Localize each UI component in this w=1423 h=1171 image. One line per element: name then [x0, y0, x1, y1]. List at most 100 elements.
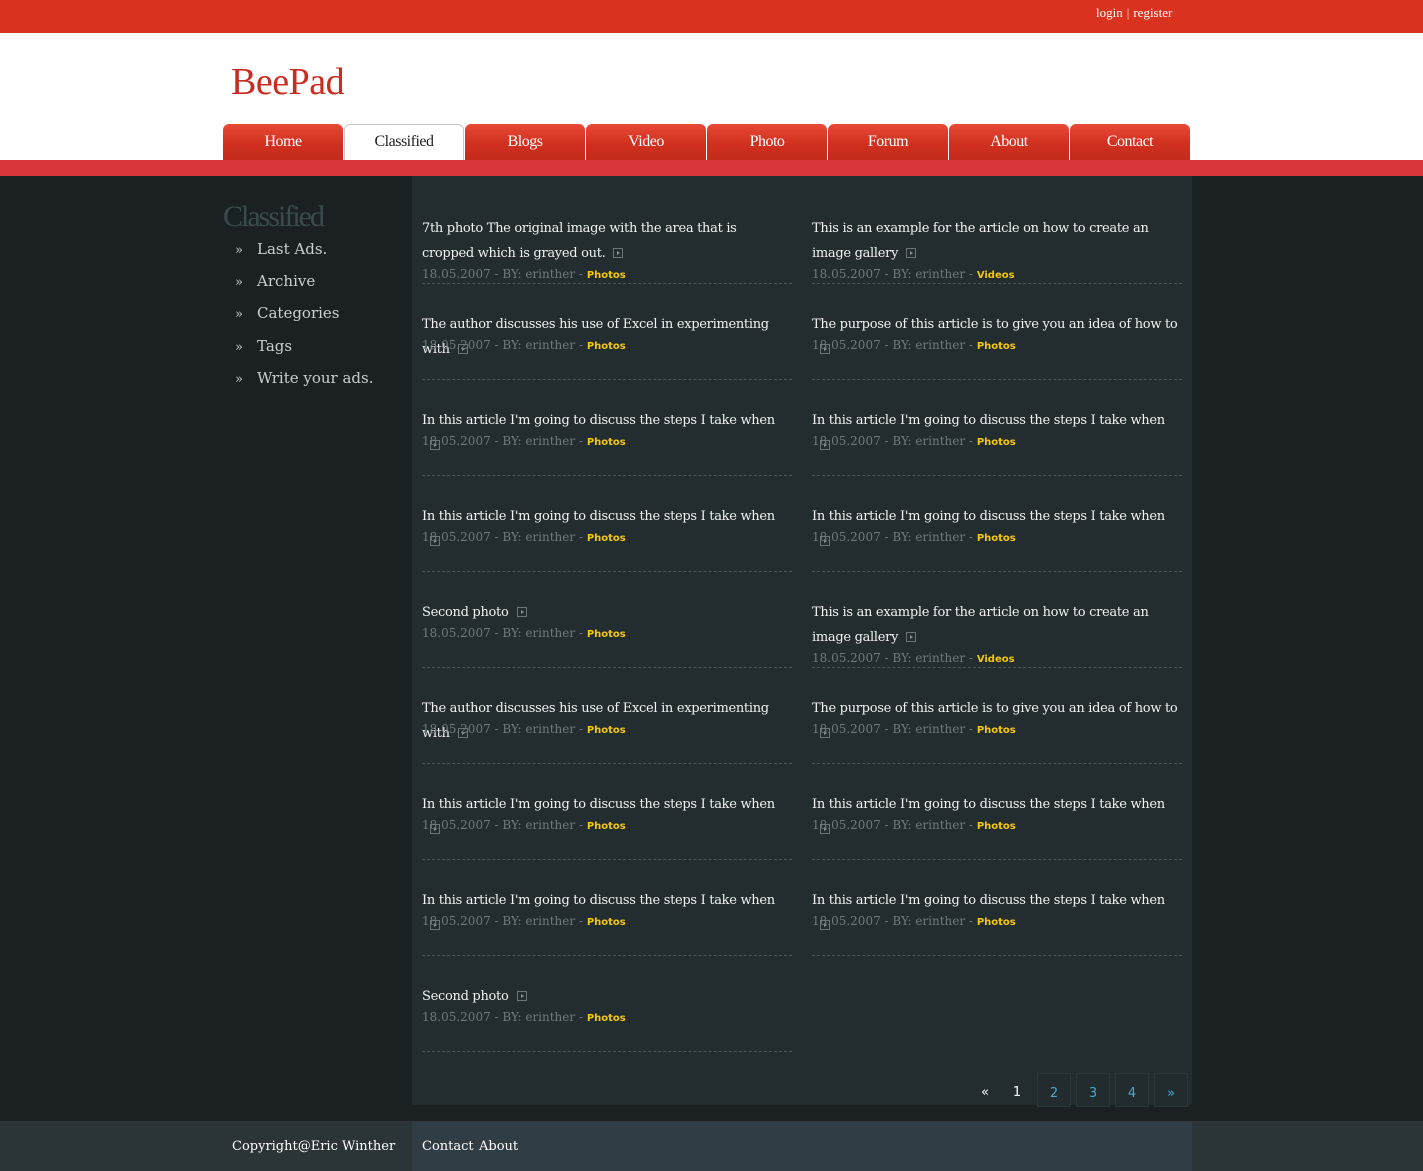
tab-forum[interactable]: Forum — [828, 124, 948, 160]
article-category-link[interactable]: Photos — [587, 341, 626, 352]
article-category-link[interactable]: Videos — [977, 654, 1015, 665]
article-title-link[interactable]: In this article I'm going to discuss the… — [812, 408, 1182, 458]
read-more-arrow-icon[interactable] — [906, 248, 917, 258]
main-nav: Home Classified Blogs Video Photo Forum … — [223, 124, 1193, 160]
tab-video[interactable]: Video — [586, 124, 706, 160]
tab-home[interactable]: Home — [223, 124, 343, 160]
article-category-link[interactable]: Photos — [977, 341, 1016, 352]
article-title-link[interactable]: This is an example for the article on ho… — [812, 216, 1182, 266]
article-category-link[interactable]: Photos — [587, 437, 626, 448]
footer-link-contact[interactable]: Contact — [422, 1139, 474, 1154]
page-link-3[interactable]: 3 — [1076, 1073, 1110, 1107]
tab-classified[interactable]: Classified — [344, 124, 464, 160]
register-link[interactable]: register — [1133, 5, 1172, 20]
sidebar-item-label: Last Ads. — [257, 240, 328, 258]
article-category-link[interactable]: Photos — [587, 533, 626, 544]
article-title-link[interactable]: The author discusses his use of Excel in… — [422, 312, 792, 362]
article-date: 18.05.2007 — [422, 1010, 491, 1024]
article-category-link[interactable]: Photos — [977, 821, 1016, 832]
tab-about[interactable]: About — [949, 124, 1069, 160]
tab-photo[interactable]: Photo — [707, 124, 827, 160]
article-title: In this article I'm going to discuss the… — [812, 413, 1165, 428]
auth-links: login | register — [1096, 5, 1172, 21]
article-title: In this article I'm going to discuss the… — [812, 797, 1165, 812]
article-title-link[interactable]: In this article I'm going to discuss the… — [812, 888, 1182, 938]
article-title-link[interactable]: In this article I'm going to discuss the… — [422, 888, 792, 938]
article-category-link[interactable]: Photos — [587, 917, 626, 928]
article-title-link[interactable]: 7th photo The original image with the ar… — [422, 216, 792, 266]
article-title-link[interactable]: In this article I'm going to discuss the… — [422, 792, 792, 842]
read-more-arrow-icon[interactable] — [516, 607, 527, 617]
article-title-link[interactable]: The purpose of this article is to give y… — [812, 696, 1182, 746]
article-title: In this article I'm going to discuss the… — [422, 413, 775, 428]
sidebar-item-last-ads[interactable]: » Last Ads. — [235, 240, 327, 258]
article-title: This is an example for the article on ho… — [812, 605, 1149, 645]
article-category-link[interactable]: Photos — [977, 437, 1016, 448]
sidebar-title: Classified — [223, 200, 325, 233]
article-author: - BY: erinther - — [494, 914, 583, 928]
article-title: The purpose of this article is to give y… — [812, 701, 1178, 716]
tab-contact[interactable]: Contact — [1070, 124, 1190, 160]
article-title: In this article I'm going to discuss the… — [812, 893, 1165, 908]
read-more-arrow-icon[interactable] — [516, 991, 527, 1001]
article-meta: 18.05.2007 - BY: erinther - Photos — [812, 338, 1016, 352]
article-category-link[interactable]: Videos — [977, 270, 1015, 281]
article-category-link[interactable]: Photos — [587, 270, 626, 281]
sidebar-item-categories[interactable]: » Categories — [235, 304, 340, 322]
sidebar-item-write-ads[interactable]: » Write your ads. — [235, 369, 374, 387]
article-title-link[interactable]: The purpose of this article is to give y… — [812, 312, 1182, 362]
article-category-link[interactable]: Photos — [587, 725, 626, 736]
article-item: In this article I'm going to discuss the… — [812, 860, 1182, 956]
read-more-arrow-icon[interactable] — [906, 632, 917, 642]
article-category-link[interactable]: Photos — [977, 533, 1016, 544]
article-item: Second photo 18.05.2007 - BY: erinther - … — [422, 956, 792, 1052]
sidebar-item-tags[interactable]: » Tags — [235, 337, 292, 355]
article-title-link[interactable]: The author discusses his use of Excel in… — [422, 696, 792, 746]
article-category-link[interactable]: Photos — [587, 1013, 626, 1024]
article-date: 18.05.2007 — [422, 434, 491, 448]
article-category-link[interactable]: Photos — [587, 821, 626, 832]
article-author: - BY: erinther - — [884, 651, 973, 665]
bullet-icon: » — [235, 307, 243, 322]
read-more-arrow-icon[interactable] — [613, 248, 624, 258]
article-title-link[interactable]: In this article I'm going to discuss the… — [422, 504, 792, 554]
article-meta: 18.05.2007 - BY: erinther - Photos — [812, 914, 1016, 928]
tab-blogs[interactable]: Blogs — [465, 124, 585, 160]
article-date: 18.05.2007 — [422, 722, 491, 736]
article-item: The purpose of this article is to give y… — [812, 668, 1182, 764]
article-title-link[interactable]: In this article I'm going to discuss the… — [422, 408, 792, 458]
article-title: In this article I'm going to discuss the… — [812, 509, 1165, 524]
page-link-2[interactable]: 2 — [1037, 1073, 1071, 1107]
prev-page-button[interactable]: « — [970, 1073, 1000, 1107]
article-author: - BY: erinther - — [884, 722, 973, 736]
article-author: - BY: erinther - — [494, 1010, 583, 1024]
current-page: 1 — [1012, 1085, 1022, 1100]
article-title-link[interactable]: In this article I'm going to discuss the… — [812, 504, 1182, 554]
article-title-link[interactable]: Second photo — [422, 600, 792, 625]
article-title-link[interactable]: In this article I'm going to discuss the… — [812, 792, 1182, 842]
site-logo[interactable]: BeePad — [231, 60, 345, 104]
article-item: The purpose of this article is to give y… — [812, 284, 1182, 380]
article-date: 18.05.2007 — [422, 626, 491, 640]
article-category-link[interactable]: Photos — [977, 917, 1016, 928]
article-title-link[interactable]: This is an example for the article on ho… — [812, 600, 1182, 650]
header-divider-band — [0, 160, 1423, 176]
sidebar-item-label: Write your ads. — [257, 369, 374, 387]
footer-link-about[interactable]: About — [479, 1139, 518, 1154]
article-author: - BY: erinther - — [494, 818, 583, 832]
auth-separator: | — [1126, 5, 1130, 20]
article-author: - BY: erinther - — [884, 530, 973, 544]
article-date: 18.05.2007 — [812, 530, 881, 544]
article-meta: 18.05.2007 - BY: erinther - Photos — [812, 722, 1016, 736]
article-category-link[interactable]: Photos — [587, 629, 626, 640]
article-title-link[interactable]: Second photo — [422, 984, 792, 1009]
article-meta: 18.05.2007 - BY: erinther - Photos — [812, 818, 1016, 832]
article-category-link[interactable]: Photos — [977, 725, 1016, 736]
login-link[interactable]: login — [1096, 5, 1123, 20]
article-meta: 18.05.2007 - BY: erinther - Videos — [812, 651, 1015, 665]
article-date: 18.05.2007 — [422, 338, 491, 352]
article-meta: 18.05.2007 - BY: erinther - Photos — [422, 722, 626, 736]
page-link-4[interactable]: 4 — [1115, 1073, 1149, 1107]
next-page-button[interactable]: » — [1154, 1073, 1188, 1107]
sidebar-item-archive[interactable]: » Archive — [235, 272, 315, 290]
